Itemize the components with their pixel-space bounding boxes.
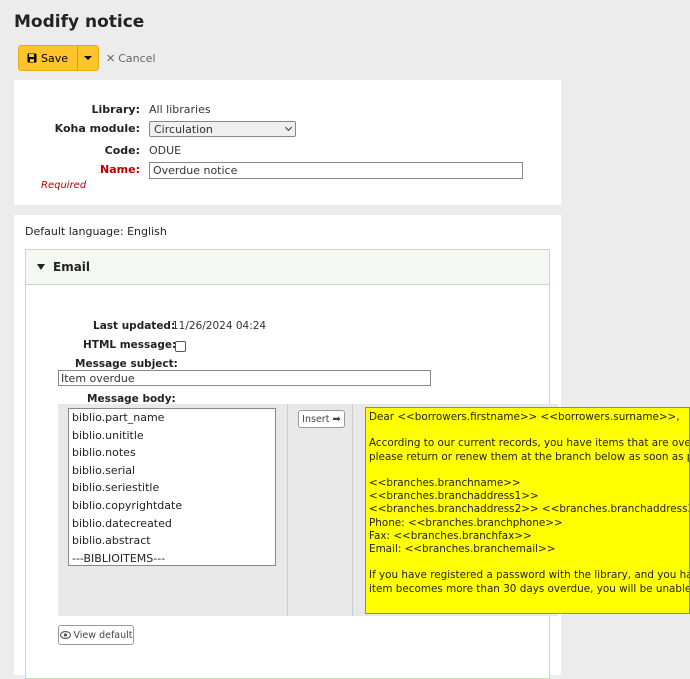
list-item[interactable]: biblio.datecreated — [69, 515, 275, 533]
list-item[interactable]: biblio.seriestitle — [69, 479, 275, 497]
code-label: Code: — [104, 144, 140, 157]
email-section-header[interactable]: Email — [26, 250, 549, 285]
view-default-label: View default — [73, 629, 133, 641]
list-item[interactable]: ---BIBLIOITEMS--- — [69, 550, 275, 565]
library-value: All libraries — [149, 103, 211, 116]
module-select-value: Circulation — [154, 122, 213, 136]
caret-down-icon — [84, 56, 93, 60]
fields-listbox[interactable]: biblio.part_name biblio.unititle biblio.… — [68, 408, 276, 566]
insert-button[interactable]: Insert ➡ — [298, 410, 345, 428]
floppy-disk-icon — [27, 53, 37, 63]
last-updated-value: 11/26/2024 04:24 — [172, 320, 267, 332]
message-subject-value: Item overdue — [61, 371, 135, 385]
name-input[interactable]: Overdue notice — [149, 162, 523, 179]
html-message-checkbox[interactable] — [175, 341, 186, 352]
module-select[interactable]: Circulation — [149, 121, 296, 137]
insert-button-label: Insert — [302, 413, 330, 425]
view-default-button[interactable]: View default — [58, 625, 134, 645]
email-section-title: Email — [53, 260, 91, 274]
list-item[interactable]: biblio.part_name — [69, 409, 275, 427]
module-label: Koha module: — [54, 122, 140, 135]
name-label: Name: — [100, 163, 140, 176]
library-label: Library: — [91, 103, 141, 116]
html-message-label: HTML message: — [83, 339, 177, 351]
triangle-down-icon — [37, 264, 45, 270]
save-options-button[interactable] — [77, 45, 100, 71]
page-title: Modify notice — [14, 12, 145, 32]
last-updated-label: Last updated: — [93, 320, 176, 332]
save-button-label: Save — [41, 51, 69, 65]
chevron-down-icon — [284, 123, 293, 132]
message-subject-input[interactable]: Item overdue — [58, 370, 431, 386]
name-input-value: Overdue notice — [153, 164, 238, 177]
default-language: Default language: English — [25, 225, 167, 238]
save-button-group: Save — [18, 45, 100, 71]
required-hint: Required — [41, 180, 87, 191]
message-subject-label: Message subject: — [75, 358, 178, 370]
toolbar: Save ✕ Cancel — [18, 45, 156, 71]
code-value: ODUE — [149, 144, 182, 157]
x-icon: ✕ — [106, 51, 116, 65]
list-item[interactable]: biblio.abstract — [69, 532, 275, 550]
notice-details-panel: Library: All libraries Koha module: Circ… — [14, 80, 561, 205]
column-divider — [352, 404, 353, 616]
cancel-label: Cancel — [118, 51, 156, 65]
save-button[interactable]: Save — [18, 45, 78, 71]
list-item[interactable]: biblio.copyrightdate — [69, 497, 275, 515]
message-body-textarea[interactable]: Dear <<borrowers.firstname>> <<borrowers… — [365, 407, 690, 614]
eye-icon — [59, 631, 71, 639]
list-item[interactable]: biblio.notes — [69, 444, 275, 462]
list-item[interactable]: biblio.unititle — [69, 427, 275, 445]
cancel-button[interactable]: ✕ Cancel — [106, 52, 155, 65]
arrow-right-icon: ➡ — [332, 413, 341, 425]
column-divider — [287, 404, 288, 616]
list-item[interactable]: biblio.serial — [69, 462, 275, 480]
